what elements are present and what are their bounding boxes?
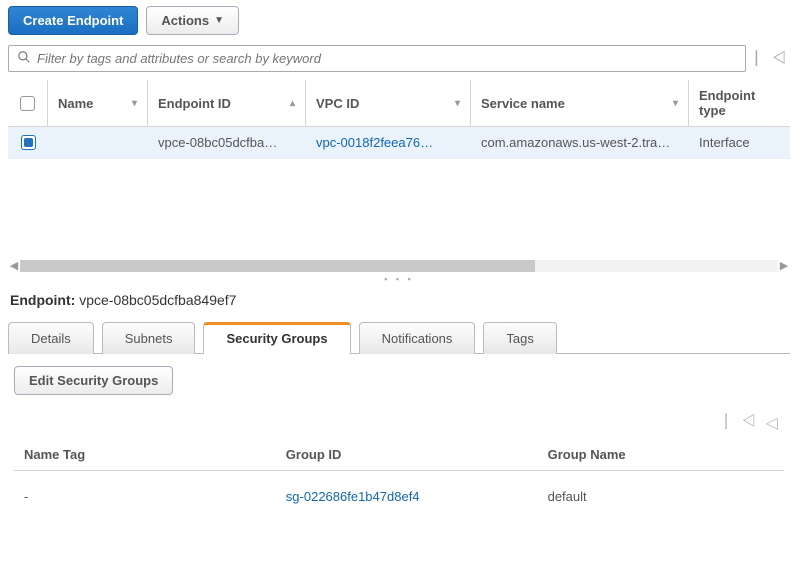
filter-input[interactable] — [37, 51, 737, 66]
actions-button[interactable]: Actions ▼ — [146, 6, 239, 35]
sg-cell-group-name: default — [538, 481, 784, 512]
filter-search[interactable] — [8, 45, 746, 72]
actions-button-label: Actions — [161, 13, 209, 28]
detail-endpoint-id: vpce-08bc05dcfba849ef7 — [79, 292, 236, 308]
row-checkbox[interactable] — [21, 135, 36, 150]
create-endpoint-button[interactable]: Create Endpoint — [8, 6, 138, 35]
endpoints-table: Name▾ Endpoint ID▴ VPC ID▾ Service name▾… — [8, 80, 790, 159]
tab-subnets[interactable]: Subnets — [102, 322, 196, 354]
column-vpc-id[interactable]: VPC ID▾ — [306, 80, 471, 126]
cell-vpc-id[interactable]: vpc-0018f2feea76… — [306, 127, 471, 158]
sg-column-group-id[interactable]: Group ID — [276, 439, 538, 470]
edit-security-groups-button[interactable]: Edit Security Groups — [14, 366, 173, 395]
tab-details[interactable]: Details — [8, 322, 94, 354]
splitter-handle-icon: ▪ ▪ ▪ — [384, 274, 414, 284]
tab-security-groups[interactable]: Security Groups — [203, 322, 350, 354]
sort-icon: ▾ — [673, 98, 678, 109]
detail-prefix: Endpoint: — [10, 292, 75, 308]
scroll-thumb[interactable] — [20, 260, 535, 272]
cell-name — [48, 127, 148, 158]
column-endpoint-id[interactable]: Endpoint ID▴ — [148, 80, 306, 126]
scroll-left-icon[interactable]: ◀ — [8, 259, 20, 272]
sg-table-row[interactable]: - sg-022686fe1b47d8ef4 default — [14, 471, 784, 522]
select-all-checkbox[interactable] — [20, 96, 35, 111]
cell-endpoint-id: vpce-08bc05dcfba… — [148, 127, 306, 158]
sg-column-name-tag[interactable]: Name Tag — [14, 439, 276, 470]
sg-cell-name-tag: - — [14, 481, 276, 512]
search-icon — [17, 50, 31, 67]
column-name[interactable]: Name▾ — [48, 80, 148, 126]
column-service-name[interactable]: Service name▾ — [471, 80, 689, 126]
page-first-icon[interactable]: ⎸◁ — [752, 50, 790, 68]
sg-page-first-icon[interactable]: ⎸◁ — [725, 413, 755, 433]
cell-endpoint-type: Interface — [689, 127, 790, 158]
sort-asc-icon: ▴ — [290, 98, 295, 109]
sg-cell-group-id[interactable]: sg-022686fe1b47d8ef4 — [276, 481, 538, 512]
tab-notifications[interactable]: Notifications — [359, 322, 476, 354]
column-endpoint-type[interactable]: Endpoint type — [689, 80, 790, 126]
sort-icon: ▾ — [455, 98, 460, 109]
scroll-track[interactable] — [20, 260, 778, 272]
chevron-down-icon: ▼ — [214, 15, 224, 26]
scroll-right-icon[interactable]: ▶ — [778, 259, 790, 272]
pane-splitter[interactable]: ▪ ▪ ▪ — [8, 272, 790, 286]
sg-page-prev-icon[interactable]: ◁ — [766, 413, 778, 433]
tab-tags[interactable]: Tags — [483, 322, 556, 354]
horizontal-scrollbar[interactable]: ◀ ▶ — [8, 259, 790, 272]
cell-service-name: com.amazonaws.us-west-2.tra… — [471, 127, 689, 158]
sg-column-group-name[interactable]: Group Name — [538, 439, 784, 470]
sort-icon: ▾ — [132, 98, 137, 109]
table-row[interactable]: vpce-08bc05dcfba… vpc-0018f2feea76… com.… — [8, 127, 790, 159]
detail-header: Endpoint: vpce-08bc05dcfba849ef7 — [8, 286, 790, 314]
